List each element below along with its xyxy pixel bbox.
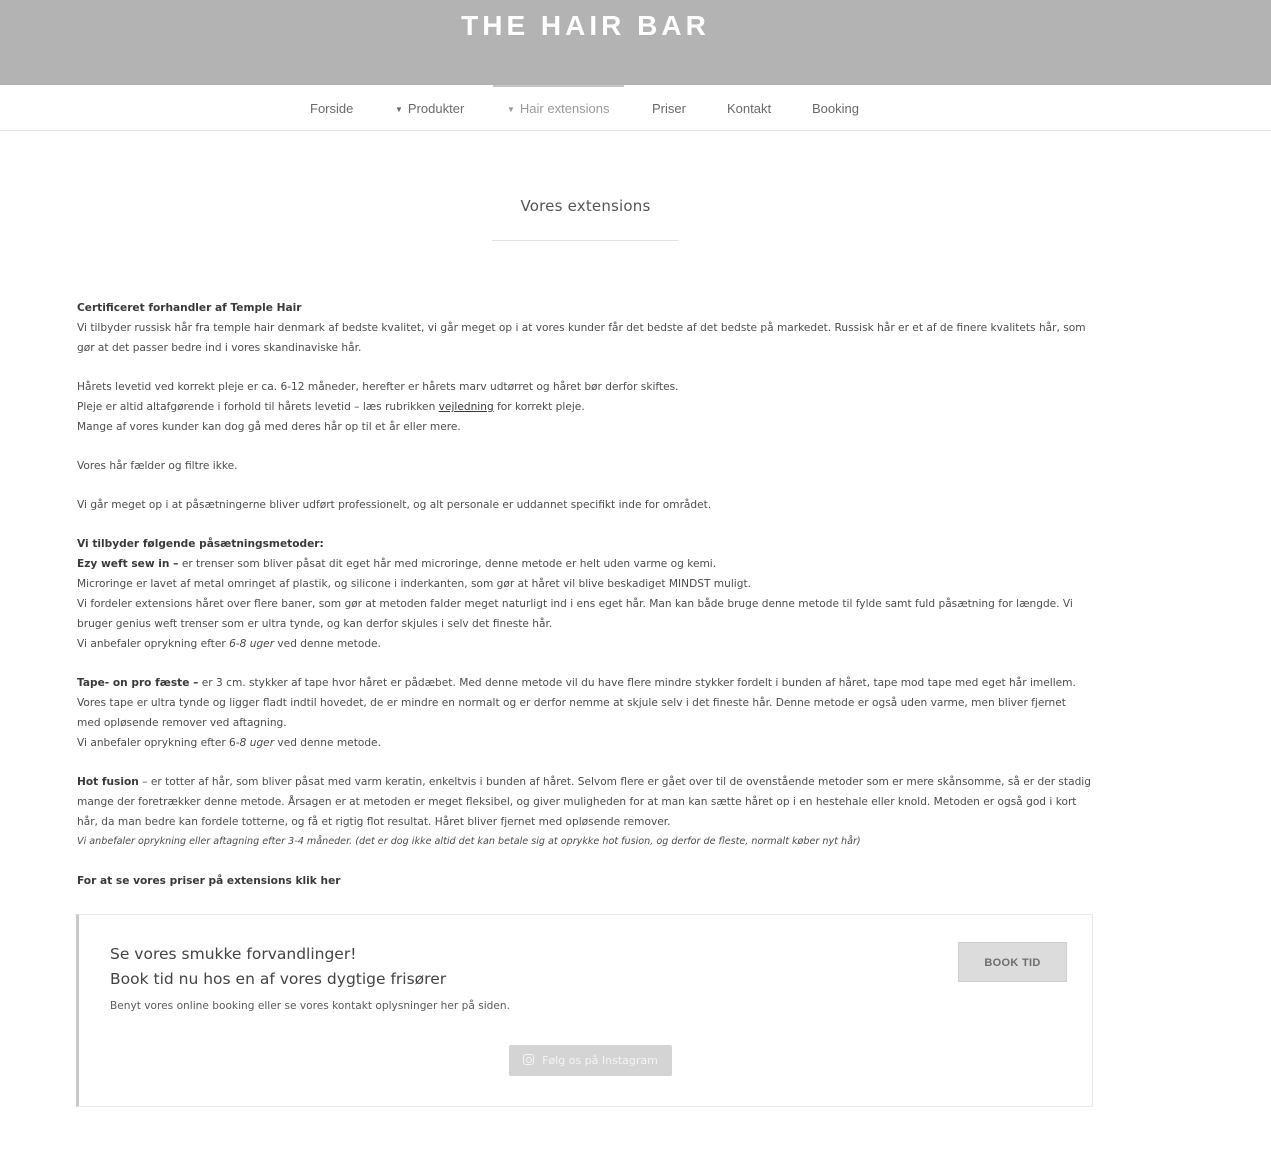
paragraph-lifetime: Hårets levetid ved korrekt pleje er ca. …	[77, 377, 1092, 437]
cta-subtitle: Benyt vores online booking eller se vore…	[110, 1000, 511, 1012]
main-nav: Forside ▼ Produkter ▼ Hair extensions Pris…	[0, 85, 1271, 131]
method-hot-fusion: Hot fusion – er totter af hår, som blive…	[77, 772, 1092, 832]
nav-item-label: Forside	[310, 101, 354, 116]
recommendation-text: Vi anbefaler oprykning efter 6-8 uger ve…	[77, 634, 1092, 654]
title-divider	[492, 240, 678, 241]
nav-item-label: Priser	[652, 101, 686, 116]
cta-title: Se vores smukke forvandlinger! Book tid …	[110, 942, 446, 992]
paragraph-professional: Vi går meget op i at påsætningerne blive…	[77, 499, 712, 511]
paragraph-tape-on: Tape- on pro fæste – er 3 cm. stykker af…	[77, 673, 1092, 753]
body-text: Microringe er lavet af metal omringet af…	[77, 578, 751, 590]
recommendation-text: Vi anbefaler oprykning efter 6-8 uger ve…	[77, 733, 1092, 753]
emphasis-text: 6-8 uger	[229, 638, 275, 650]
site-header: THE HAIR BAR	[0, 0, 1271, 85]
nav-item-hair-extensions[interactable]: ▼ Hair extensions	[493, 85, 624, 131]
body-text: er trenser som bliver påsat dit eget hår…	[178, 558, 717, 570]
body-text: Vi tilbyder russisk hår fra temple hair …	[77, 322, 1086, 354]
body-text: Pleje er altid altafgørende i forhold ti…	[77, 401, 439, 413]
method-ezy-weft: Ezy weft sew in – er trenser som bliver …	[77, 554, 1092, 574]
paragraph-no-shedding: Vores hår fælder og filtre ikke.	[77, 460, 238, 472]
paragraph-methods: Vi tilbyder følgende påsætningsmetoder: …	[77, 534, 1092, 654]
method-tape-on: Tape- on pro fæste – er 3 cm. stykker af…	[77, 673, 1092, 733]
body-text: er 3 cm. stykker af tape hvor håret er p…	[77, 677, 1076, 729]
recommendation-text: Vi anbefaler oprykning eller aftagning e…	[77, 836, 861, 847]
book-tid-button[interactable]: BOOK TID	[958, 942, 1067, 982]
cta-title-line: Se vores smukke forvandlinger!	[110, 945, 357, 963]
method-label: Tape- on pro fæste –	[77, 677, 199, 689]
prices-link[interactable]: klik her	[296, 875, 341, 887]
nav-item-booking[interactable]: Booking	[812, 85, 859, 131]
nav-item-priser[interactable]: Priser	[652, 85, 686, 131]
nav-item-label: Kontakt	[727, 101, 772, 116]
emphasis-text: 8 uger	[239, 737, 275, 749]
caret-down-icon: ▼	[395, 105, 403, 114]
nav-item-label: Hair extensions	[519, 101, 610, 116]
method-label: Hot fusion	[77, 776, 139, 788]
section-heading: Vi tilbyder følgende påsætningsmetoder:	[77, 538, 324, 550]
body-text: – er totter af hår, som bliver påsat med…	[77, 776, 1091, 828]
site-logo[interactable]: THE HAIR BAR	[0, 10, 1171, 42]
body-text: ved denne metode.	[274, 638, 381, 650]
paragraph-certified: Certificeret forhandler af Temple Hair V…	[77, 298, 1092, 358]
paragraph-hot-fusion: Hot fusion – er totter af hår, som blive…	[77, 772, 1092, 852]
body-text: Hårets levetid ved korrekt pleje er ca. …	[77, 381, 679, 393]
method-label: Ezy weft sew in –	[77, 558, 179, 570]
cta-title-line: Book tid nu hos en af vores dygtige fris…	[110, 970, 447, 988]
body-text: ved denne metode.	[274, 737, 381, 749]
section-heading: Certificeret forhandler af Temple Hair	[77, 302, 302, 314]
body-text-with-link: Pleje er altid altafgørende i forhold ti…	[77, 397, 1092, 417]
page-title: Vores extensions	[520, 197, 651, 215]
nav-item-label: Produkter	[407, 101, 465, 116]
body-text: Mange af vores kunder kan dog gå med der…	[77, 421, 461, 433]
instagram-button[interactable]: Følg os på Instagram	[509, 1045, 672, 1076]
nav-item-forside[interactable]: Forside	[310, 85, 353, 131]
nav-item-label: Booking	[812, 101, 859, 116]
body-text: Vi anbefaler oprykning efter	[77, 638, 230, 650]
nav-item-kontakt[interactable]: Kontakt	[727, 85, 771, 131]
vejledning-link[interactable]: vejledning	[439, 401, 494, 413]
caret-down-icon: ▼	[507, 105, 515, 114]
main-content: Certificeret forhandler af Temple Hair V…	[77, 298, 1092, 910]
body-text: Vi anbefaler oprykning efter 6-	[77, 737, 240, 749]
instagram-icon	[523, 1054, 535, 1065]
paragraph-prices: For at se vores priser på extensions kli…	[77, 871, 1092, 891]
nav-item-produkter[interactable]: ▼ Produkter	[395, 85, 464, 131]
body-text: for korrekt pleje.	[493, 401, 585, 413]
prices-text: For at se vores priser på extensions	[77, 875, 296, 887]
booking-cta-box: Se vores smukke forvandlinger! Book tid …	[76, 914, 1093, 1107]
instagram-button-label: Følg os på Instagram	[542, 1054, 658, 1067]
body-text: Vi fordeler extensions håret over flere …	[77, 598, 1073, 630]
